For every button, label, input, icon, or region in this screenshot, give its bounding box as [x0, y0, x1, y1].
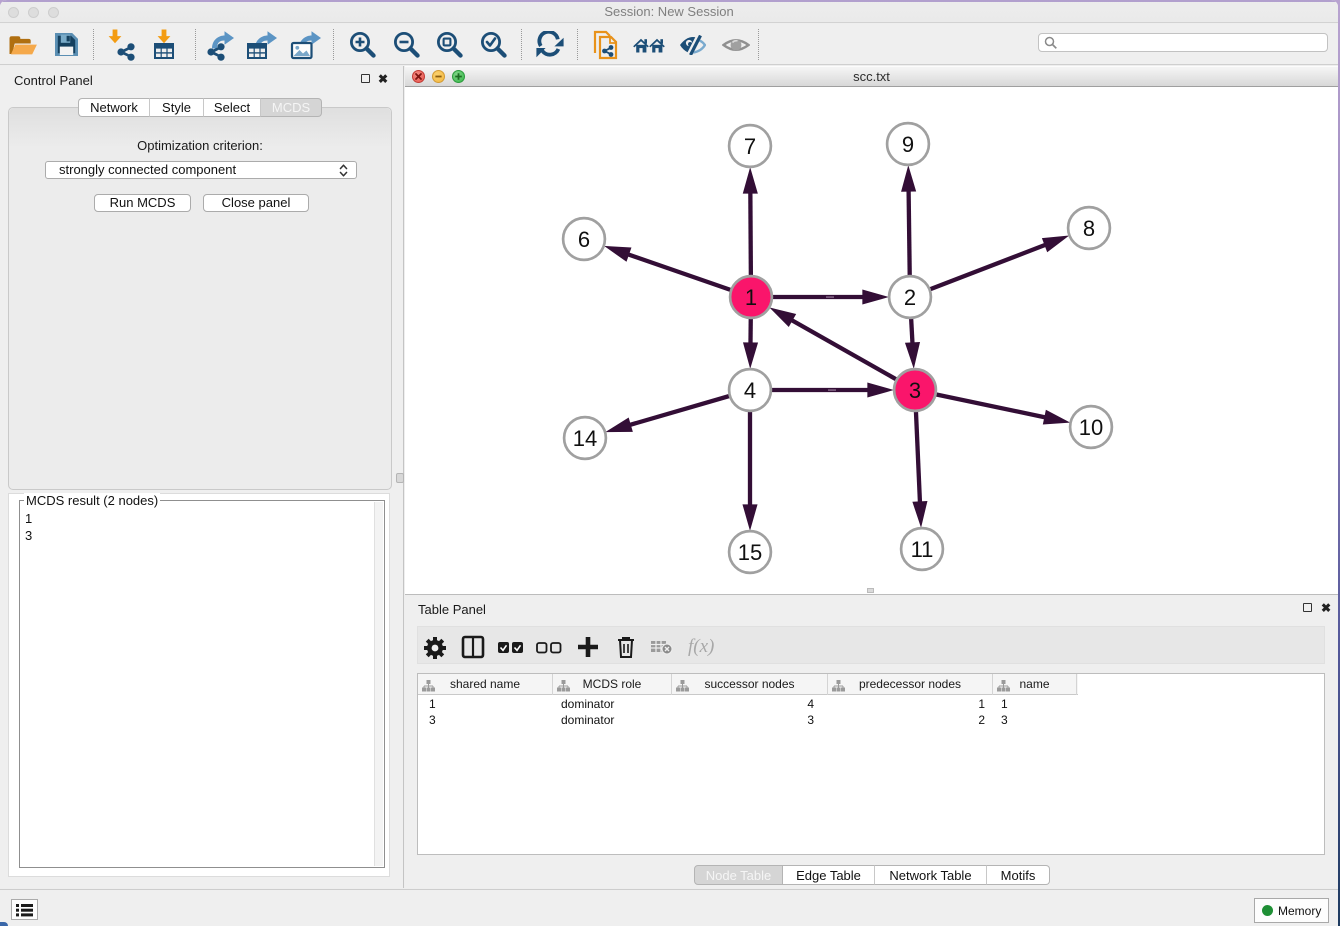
- svg-text:1: 1: [745, 285, 757, 310]
- svg-text:2: 2: [904, 285, 916, 310]
- svg-text:10: 10: [1079, 415, 1103, 440]
- svg-text:6: 6: [578, 227, 590, 252]
- svg-text:8: 8: [1083, 216, 1095, 241]
- svg-text:11: 11: [911, 537, 934, 562]
- svg-text:3: 3: [909, 378, 921, 403]
- svg-text:9: 9: [902, 132, 914, 157]
- svg-text:4: 4: [744, 378, 756, 403]
- svg-text:15: 15: [738, 540, 762, 565]
- svg-text:7: 7: [744, 134, 756, 159]
- svg-text:14: 14: [573, 426, 597, 451]
